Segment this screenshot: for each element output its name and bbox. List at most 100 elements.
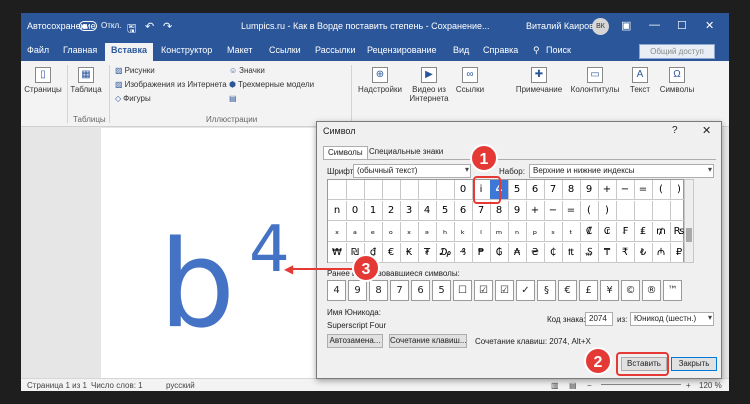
symbol-grid-scrollbar[interactable]: [684, 179, 694, 263]
user-avatar[interactable]: ВК: [592, 18, 609, 35]
symbol-cell[interactable]: 7: [472, 201, 491, 221]
symbol-cell[interactable]: (: [652, 180, 671, 200]
symbol-cell[interactable]: ₘ: [490, 222, 509, 242]
recent-symbol[interactable]: ™: [663, 280, 682, 301]
window-close-icon[interactable]: ✕: [705, 19, 714, 32]
symbol-cell[interactable]: ₺: [634, 243, 653, 263]
save-icon[interactable]: 🖫: [127, 20, 136, 39]
zoom-level[interactable]: 120 %: [699, 381, 722, 390]
symbol-cell[interactable]: ₯: [436, 243, 455, 263]
recent-symbol[interactable]: 8: [369, 280, 388, 301]
encoding-select[interactable]: Юникод (шестн.) ▾: [630, 312, 714, 326]
language[interactable]: русский: [166, 381, 195, 390]
symbol-cell[interactable]: ₲: [490, 243, 509, 263]
icons-button[interactable]: ☺ Значки: [229, 66, 265, 75]
recent-symbol[interactable]: £: [579, 280, 598, 301]
symbol-cell[interactable]: 6: [454, 201, 473, 221]
symbol-cell[interactable]: ₐ: [346, 222, 365, 242]
maximize-icon[interactable]: ☐: [677, 19, 687, 32]
symbol-cell[interactable]: ₓ: [328, 222, 347, 242]
symbol-cell[interactable]: ₮: [418, 243, 437, 263]
recent-symbol[interactable]: 6: [411, 280, 430, 301]
symbol-cell[interactable]: 7: [544, 180, 563, 200]
addins-button[interactable]: ⊕ Надстройки: [355, 67, 405, 94]
symbol-cell[interactable]: ₕ: [436, 222, 455, 242]
recent-symbol[interactable]: 7: [390, 280, 409, 301]
autocorrect-button[interactable]: Автозамена...: [327, 334, 383, 348]
symbol-cell[interactable]: +: [598, 180, 617, 200]
symbol-cell[interactable]: [364, 180, 383, 200]
shapes-button[interactable]: ◇ Фигуры: [115, 94, 151, 103]
symbol-grid[interactable]: 0 i 4 5 6 7 8 9 + − =() n 0 1 2 3 4 5 6 7 8 9 + − =() ₓ ₐ ₑ ₒ ₓ ₔ ₕ ₖ ₗ ₘ ₙ…: [327, 179, 689, 263]
recent-symbol[interactable]: ®: [642, 280, 661, 301]
symbol-cell[interactable]: ₡: [580, 222, 599, 242]
recent-symbol[interactable]: 9: [348, 280, 367, 301]
symbol-cell[interactable]: 2: [382, 201, 401, 221]
symbol-cell[interactable]: ₗ: [472, 222, 491, 242]
subset-select[interactable]: Верхние и нижние индексы ▾: [529, 164, 714, 178]
recent-symbol[interactable]: ☑: [474, 280, 493, 301]
tab-insert[interactable]: Вставка: [105, 43, 153, 61]
symbol-cell[interactable]: ₷: [580, 243, 599, 263]
symbol-cell[interactable]: ₤: [634, 222, 653, 242]
symbol-cell[interactable]: ₙ: [508, 222, 527, 242]
symbol-cell[interactable]: ₖ: [454, 222, 473, 242]
symbol-cell[interactable]: [436, 180, 455, 200]
symbol-cell[interactable]: [616, 201, 635, 221]
symbol-cell[interactable]: +: [526, 201, 545, 221]
tab-review[interactable]: Рецензирование: [367, 45, 437, 55]
symbol-cell[interactable]: [328, 180, 347, 200]
symbol-cell[interactable]: ₓ: [400, 222, 419, 242]
close-button[interactable]: Закрыть: [671, 357, 717, 371]
tab-file[interactable]: Файл: [27, 45, 49, 55]
symbol-cell[interactable]: 0: [346, 201, 365, 221]
minimize-icon[interactable]: —: [649, 19, 660, 31]
tab-home[interactable]: Главная: [63, 45, 97, 55]
symbol-cell[interactable]: ₱: [472, 243, 491, 263]
symbol-cell[interactable]: ₔ: [418, 222, 437, 242]
symbol-cell[interactable]: ₶: [562, 243, 581, 263]
scrollbar-thumb[interactable]: [686, 228, 692, 242]
3d-models-button[interactable]: ⬢ Трехмерные модели: [229, 80, 314, 89]
symbol-cell[interactable]: 6: [526, 180, 545, 200]
symbol-cell[interactable]: 9: [508, 201, 527, 221]
symbol-cell[interactable]: ₭: [400, 243, 419, 263]
share-button[interactable]: Общий доступ: [639, 44, 715, 59]
symbol-cell[interactable]: [634, 201, 653, 221]
symbol-cell[interactable]: 3: [400, 201, 419, 221]
online-video-button[interactable]: ▶ Видео из Интернета: [407, 67, 451, 103]
tab-special-chars[interactable]: Специальные знаки: [365, 146, 447, 160]
zoom-slider[interactable]: [601, 384, 681, 385]
search-icon[interactable]: ⚲: [533, 45, 540, 56]
headers-footers-button[interactable]: ▭ Колонтитулы: [569, 67, 621, 94]
online-pictures-button[interactable]: ▨ Изображения из Интернета: [115, 80, 227, 89]
page-count[interactable]: Страница 1 из 1: [27, 381, 87, 390]
dialog-close-icon[interactable]: ✕: [702, 124, 711, 137]
symbol-cell[interactable]: ₸: [598, 243, 617, 263]
symbol-cell[interactable]: 5: [508, 180, 527, 200]
symbol-cell[interactable]: ₥: [652, 222, 671, 242]
tab-help[interactable]: Справка: [483, 45, 518, 55]
symbol-cell[interactable]: ₹: [616, 243, 635, 263]
print-layout-icon[interactable]: ▤: [569, 381, 577, 390]
symbol-cell[interactable]: €: [382, 243, 401, 263]
smartart-button[interactable]: ▤: [229, 94, 239, 103]
help-icon[interactable]: ?: [672, 125, 678, 136]
symbol-cell[interactable]: [382, 180, 401, 200]
tab-design[interactable]: Конструктор: [161, 45, 212, 55]
recent-symbol[interactable]: §: [537, 280, 556, 301]
symbol-cell[interactable]: [418, 180, 437, 200]
text-button[interactable]: A Текст: [625, 67, 655, 94]
symbol-cell[interactable]: 8: [562, 180, 581, 200]
symbol-cell[interactable]: 8: [490, 201, 509, 221]
zoom-in-icon[interactable]: +: [686, 381, 691, 390]
symbol-cell[interactable]: =: [562, 201, 581, 221]
symbol-cell[interactable]: ₴: [526, 243, 545, 263]
undo-icon[interactable]: ↶: [145, 20, 154, 33]
symbols-button[interactable]: Ω Символы: [657, 67, 697, 94]
links-button[interactable]: ∞ Ссылки: [453, 67, 487, 94]
recent-symbol[interactable]: ☑: [495, 280, 514, 301]
symbol-cell[interactable]: ₳: [508, 243, 527, 263]
symbol-cell[interactable]: −: [616, 180, 635, 200]
symbol-cell[interactable]: ₚ: [526, 222, 545, 242]
